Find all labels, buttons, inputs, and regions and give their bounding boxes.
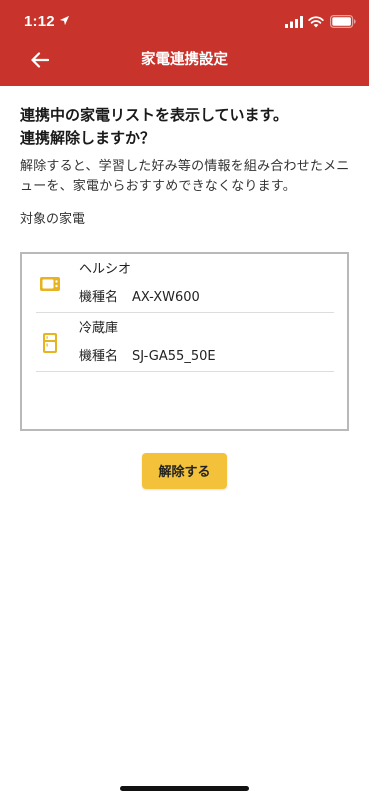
wifi-icon <box>308 16 324 28</box>
location-arrow-icon <box>59 15 70 26</box>
headline-line-1: 連携中の家電リストを表示しています。 <box>20 106 289 124</box>
device-name: ヘルシオ <box>79 262 132 277</box>
device-item-refrigerator[interactable]: 冷蔵庫 機種名 SJ-GA55_50E <box>36 313 334 372</box>
model-number: SJ-GA55_50E <box>132 349 216 364</box>
page-title: 家電連携設定 <box>141 52 228 68</box>
unlink-button[interactable]: 解除する <box>142 453 227 489</box>
main-content: 連携中の家電リストを表示しています。 連携解除しますか？ 解除すると、学習した好… <box>20 104 350 230</box>
device-model: 機種名 SJ-GA55_50E <box>79 347 216 367</box>
description-text: 解除すると、学習した好み等の情報を組み合わせたメニューを、家電からおすすめできな… <box>20 159 350 194</box>
app-header: 1:12 家電連携設定 <box>0 0 369 86</box>
model-number: AX-XW600 <box>132 290 200 305</box>
model-label: 機種名 <box>79 349 119 364</box>
target-devices-label: 対象の家電 <box>20 212 86 227</box>
microwave-oven-icon <box>40 277 60 291</box>
device-list: ヘルシオ 機種名 AX-XW600 冷蔵庫 機種名 SJ-GA55_50E <box>20 252 349 431</box>
refrigerator-icon <box>43 333 57 353</box>
status-bar: 1:12 <box>0 0 369 44</box>
device-item-healsio[interactable]: ヘルシオ 機種名 AX-XW600 <box>36 254 334 313</box>
device-name: 冷蔵庫 <box>79 321 119 336</box>
headline: 連携中の家電リストを表示しています。 連携解除しますか？ <box>20 104 350 150</box>
battery-icon <box>330 15 356 28</box>
device-model: 機種名 AX-XW600 <box>79 288 200 308</box>
home-indicator[interactable] <box>120 786 249 791</box>
model-label: 機種名 <box>79 290 119 305</box>
status-time: 1:12 <box>24 13 55 30</box>
headline-line-2: 連携解除しますか？ <box>20 129 156 147</box>
cellular-signal-icon <box>285 16 303 28</box>
